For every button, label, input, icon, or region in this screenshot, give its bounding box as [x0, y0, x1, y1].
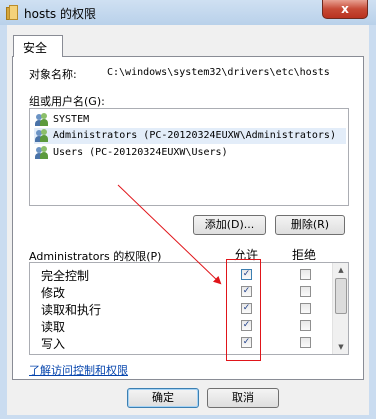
learn-more-link[interactable]: 了解访问控制和权限 — [29, 362, 128, 378]
annotation-arrow — [117, 184, 222, 285]
tab-security[interactable]: 安全 — [13, 35, 63, 57]
cancel-button[interactable]: 取消 — [207, 388, 279, 408]
ok-button[interactable]: 确定 — [127, 388, 199, 408]
